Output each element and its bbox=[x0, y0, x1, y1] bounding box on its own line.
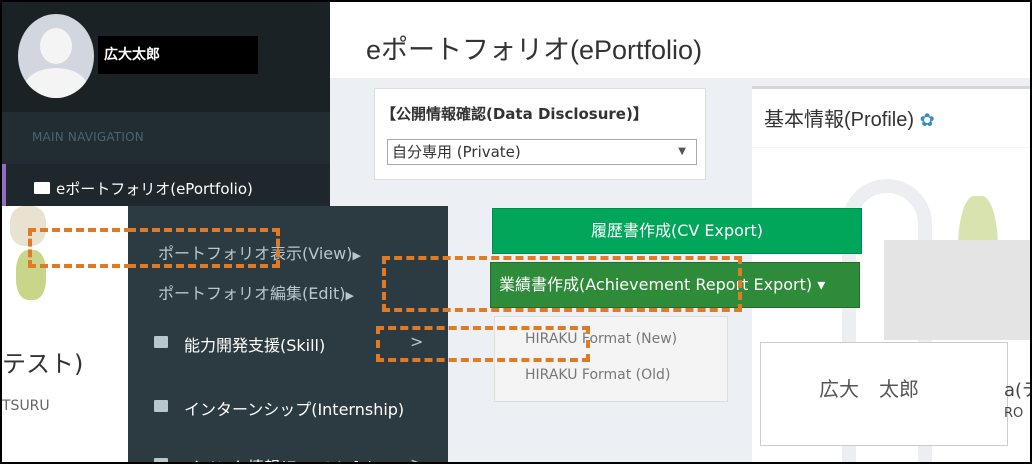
profile-name-box: 広大 太郎 bbox=[760, 342, 1008, 446]
submenu-item-event[interactable]: イベント情報(Event Info) > bbox=[128, 444, 448, 464]
submenu-item-internship[interactable]: インターンシップ(Internship) bbox=[128, 386, 448, 426]
folder-icon bbox=[154, 458, 168, 464]
user-name: 広大太郎 bbox=[98, 36, 258, 74]
annotation-highlight bbox=[382, 256, 742, 312]
chevron-right-icon: > bbox=[410, 454, 424, 464]
annotation-highlight bbox=[376, 326, 590, 362]
cv-export-button[interactable]: 履歴書作成(CV Export) bbox=[492, 208, 862, 254]
profile-title: 基本情報(Profile) bbox=[764, 109, 915, 131]
disclosure-panel: 【公開情報確認(Data Disclosure)】 自分専用 (Private)… bbox=[374, 88, 706, 180]
disclosure-title: 【公開情報確認(Data Disclosure)】 bbox=[381, 105, 648, 123]
clipped-romaji-fragment: TSURU bbox=[2, 398, 90, 414]
nav-header: MAIN NAVIGATION bbox=[32, 130, 144, 144]
caret-right-icon: ▶ bbox=[345, 289, 354, 302]
profile-header: 基本情報(Profile) ✿ bbox=[764, 103, 935, 132]
clipped-name-fragment: テスト) bbox=[2, 344, 90, 379]
folder-icon bbox=[154, 400, 168, 412]
divider bbox=[752, 147, 1032, 148]
caret-down-icon: ▾ bbox=[817, 275, 826, 294]
folder-icon bbox=[154, 336, 168, 348]
submenu-label: インターンシップ(Internship) bbox=[184, 400, 405, 419]
dropdown-item-hiraku-old[interactable]: HIRAKU Format (Old) bbox=[525, 367, 670, 383]
clipped-profile-fragment: a(テ bbox=[1004, 380, 1032, 401]
profile-photo-area bbox=[884, 240, 1032, 340]
profile-name: 広大 太郎 bbox=[819, 379, 919, 401]
sidebar-item-label: eポートフォリオ(ePortfolio) bbox=[56, 180, 253, 198]
folder-icon bbox=[34, 182, 50, 194]
disclosure-selected-value: 自分専用 (Private) bbox=[392, 143, 521, 161]
user-panel: 広大太郎 bbox=[2, 0, 330, 112]
gear-icon[interactable]: ✿ bbox=[920, 110, 935, 130]
submenu-label: 能力開発支援(Skill) bbox=[184, 336, 326, 355]
annotation-highlight bbox=[28, 228, 132, 268]
sidebar-item-eportfolio[interactable]: eポートフォリオ(ePortfolio) bbox=[2, 164, 330, 208]
caret-right-icon: ▶ bbox=[352, 249, 361, 262]
clipped-profile-sub-fragment: RO bbox=[1004, 406, 1024, 421]
submenu-label: イベント情報(Event Info) bbox=[184, 454, 374, 464]
disclosure-select[interactable]: 自分専用 (Private) ▼ bbox=[387, 139, 697, 165]
user-avatar bbox=[18, 14, 94, 98]
page-title: eポートフォリオ(ePortfolio) bbox=[366, 35, 703, 65]
annotation-highlight bbox=[128, 228, 280, 268]
submenu-label: ポートフォリオ編集(Edit) bbox=[158, 284, 346, 303]
chevron-down-icon: ▼ bbox=[678, 146, 686, 157]
